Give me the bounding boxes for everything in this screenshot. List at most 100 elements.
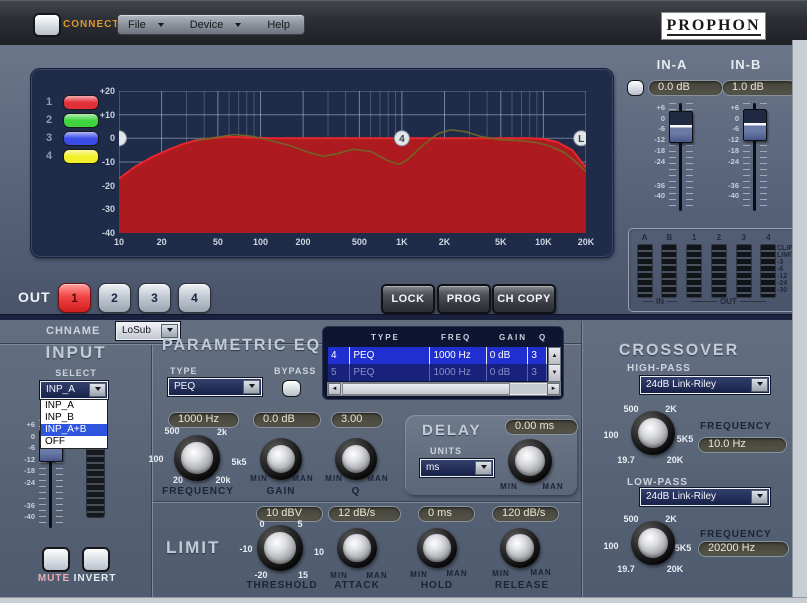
input-link-button[interactable] — [627, 80, 644, 96]
limit-release-knob[interactable] — [500, 528, 540, 568]
meter-channel-label: A — [642, 233, 648, 242]
select-option-inp_a[interactable]: INP_A — [41, 400, 107, 412]
hold-readout: 0 ms — [418, 506, 475, 522]
delay-knob[interactable] — [508, 439, 552, 483]
x-tick: 50 — [213, 237, 223, 247]
dropdown-arrow-icon[interactable] — [751, 378, 768, 392]
logo-text: PROPHON — [667, 17, 761, 36]
table-cell: 1000 Hz — [430, 347, 486, 364]
fader-scale-mark: -40 — [19, 513, 35, 521]
fader-scale-mark: +6 — [649, 104, 665, 112]
in-b-fader-handle[interactable] — [743, 109, 767, 141]
delay-title: DELAY — [422, 422, 481, 439]
dropdown-arrow-icon[interactable] — [161, 324, 178, 338]
limit-threshold-knob[interactable] — [257, 525, 303, 571]
in-b-fader: +60-6-12-18-24-36-40 — [724, 101, 778, 219]
menu-label: File — [128, 19, 146, 31]
fader-scale-mark: -18 — [723, 147, 739, 155]
eq-handle-4[interactable]: 4 — [394, 131, 409, 146]
select-option-inp_b[interactable]: INP_B — [41, 412, 107, 424]
tab-out-1[interactable]: 1 — [58, 283, 91, 313]
type-label: TYPE — [170, 366, 198, 376]
hold-caption: HOLD — [407, 580, 467, 591]
ch-copy-button[interactable]: CH COPY — [492, 284, 556, 314]
scroll-down-button[interactable]: ▼ — [548, 364, 561, 382]
meter-group-in: IN — [643, 297, 677, 306]
tab-out-2[interactable]: 2 — [98, 283, 131, 313]
dropdown-arrow-icon[interactable] — [243, 380, 260, 394]
scroll-up-button[interactable]: ▲ — [548, 347, 561, 365]
table-row[interactable]: 5PEQ1000 Hz0 dB3 — [328, 364, 547, 381]
high-pass-filter-dropdown[interactable]: 24dB Link-Riley — [640, 376, 770, 394]
x-tick: 500 — [352, 237, 367, 247]
meter-bar — [686, 244, 702, 298]
legend-ch-1-swatch[interactable] — [63, 95, 99, 110]
fader-scale-mark: -24 — [19, 479, 35, 487]
meter-column-1: 1 — [687, 233, 702, 298]
bypass-button[interactable] — [282, 380, 301, 397]
scroll-left-button[interactable]: ◄ — [328, 383, 341, 395]
fader-scale-mark: -12 — [723, 136, 739, 144]
limit-title: LIMIT — [166, 538, 220, 558]
x-tick: 10 — [114, 237, 124, 247]
lock-button[interactable]: LOCK — [381, 284, 435, 314]
menu-device[interactable]: Device — [190, 19, 242, 31]
eq-handle-h[interactable] — [119, 131, 127, 146]
meter-bar — [661, 244, 677, 298]
select-label: SELECT — [10, 368, 142, 378]
dropdown-arrow-icon[interactable] — [751, 490, 768, 504]
delay-units-dropdown[interactable]: ms — [420, 459, 494, 477]
in-a-fader-handle[interactable] — [669, 111, 693, 143]
invert-button[interactable] — [82, 547, 110, 572]
out-tabs-label: OUT — [18, 289, 51, 305]
tab-out-4[interactable]: 4 — [178, 283, 211, 313]
input-select-dropdown[interactable]: INP_A — [40, 381, 108, 399]
legend-channel-number: 1 — [43, 96, 55, 108]
meter-channel-label: B — [666, 233, 672, 242]
input-select-options: INP_AINP_BINP_A+BOFF — [40, 399, 108, 449]
horizontal-scrollbar[interactable]: ◄ ► — [327, 382, 561, 396]
high-pass-frequency-knob[interactable] — [631, 411, 675, 455]
meter-scale-mark: -12 — [777, 273, 787, 280]
in-a-label: IN-A — [650, 57, 694, 72]
prog-button[interactable]: PROG — [437, 284, 491, 314]
invert-label: INVERT — [72, 573, 118, 584]
menu-file[interactable]: File — [128, 19, 164, 31]
table-row[interactable]: 4PEQ1000 Hz0 dB3 — [328, 347, 547, 364]
x-tick: 1K — [396, 237, 408, 247]
eq-bands-table: TYPE FREQ GAIN Q 4PEQ1000 Hz0 dB35PEQ100… — [322, 326, 564, 400]
limit-hold-knob[interactable] — [417, 528, 457, 568]
table-cell: 5 — [328, 364, 350, 381]
x-tick: 10K — [535, 237, 552, 247]
connect-button[interactable] — [33, 13, 61, 37]
meter-scale-mark: -30 — [777, 287, 787, 294]
tab-out-3[interactable]: 3 — [138, 283, 171, 313]
fader-scale-mark: 0 — [19, 433, 35, 441]
eq-handle-L[interactable]: L — [574, 131, 586, 146]
low-pass-frequency-knob[interactable] — [631, 521, 675, 565]
fader-scale-mark: -12 — [649, 136, 665, 144]
y-tick: -10 — [83, 157, 115, 167]
eq-type-dropdown[interactable]: PEQ — [168, 378, 262, 396]
dropdown-arrow-icon[interactable] — [89, 383, 106, 397]
title-bar: CONNECT File Device Help PROPHON — [0, 0, 807, 47]
table-cell: 0 dB — [487, 347, 529, 364]
dropdown-arrow-icon[interactable] — [475, 461, 492, 475]
in-b-label: IN-B — [724, 57, 768, 72]
scrollbar-thumb[interactable] — [342, 383, 510, 395]
select-option-inp_a+b[interactable]: INP_A+B — [41, 424, 107, 436]
limit-attack-knob[interactable] — [337, 528, 377, 568]
eq-frequency-knob[interactable] — [174, 435, 220, 481]
menu-help[interactable]: Help — [267, 19, 290, 31]
low-pass-filter-dropdown[interactable]: 24dB Link-Riley — [640, 488, 770, 506]
scroll-right-button[interactable]: ► — [547, 383, 560, 395]
svg-text:L: L — [578, 134, 584, 145]
mute-button[interactable] — [42, 547, 70, 572]
fader-scale-mark: -24 — [723, 158, 739, 166]
eq-gain-caption: GAIN — [251, 486, 311, 497]
y-tick: -30 — [83, 204, 115, 214]
connect-label: CONNECT — [63, 19, 119, 30]
chevron-down-icon — [235, 23, 241, 30]
fader-scale-mark: +6 — [723, 104, 739, 112]
select-option-off[interactable]: OFF — [41, 436, 107, 448]
